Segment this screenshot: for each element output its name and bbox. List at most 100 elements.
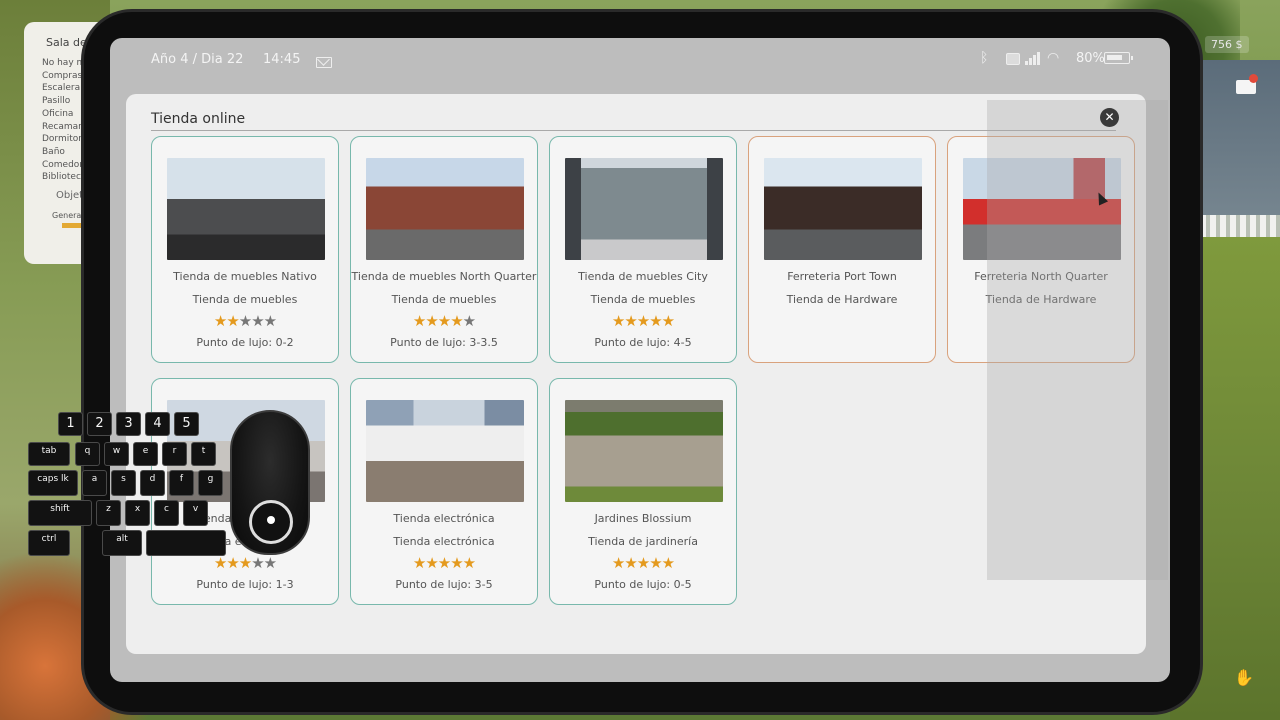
store-type: Tienda de muebles xyxy=(590,293,696,306)
hand-icon: ✋ xyxy=(1234,668,1254,687)
store-type: Tienda de muebles xyxy=(391,293,497,306)
signal-icon xyxy=(1025,52,1041,65)
star-icon: ★ xyxy=(425,554,438,572)
keyboard-key: 1 xyxy=(58,412,83,436)
rating-stars: ★★★★★ xyxy=(550,554,736,572)
keyboard-key: shift xyxy=(28,500,92,526)
keyboard-key: c xyxy=(154,500,179,526)
close-button[interactable]: ✕ xyxy=(1100,108,1119,127)
store-name: Tienda de muebles City xyxy=(578,270,708,283)
store-name: Tienda electrónica xyxy=(393,512,495,525)
star-icon: ★ xyxy=(611,312,625,330)
store-photo xyxy=(366,158,524,260)
game-time: 14:45 xyxy=(263,52,301,67)
store-type: Tienda de muebles xyxy=(192,293,298,306)
store-type: Tienda electrónica xyxy=(393,535,495,548)
rating-stars: ★★★★★ xyxy=(550,312,736,330)
keyboard-key: x xyxy=(125,500,150,526)
keyboard-key: 5 xyxy=(174,412,199,436)
keyboard-key: t xyxy=(191,442,216,466)
star-icon: ★ xyxy=(263,554,277,572)
luxury-points: Punto de lujo: 3-5 xyxy=(395,578,493,591)
luxury-points: Punto de lujo: 4-5 xyxy=(594,336,692,349)
game-date: Año 4 / Dia 22 xyxy=(151,52,244,67)
store-type: Tienda de jardinería xyxy=(588,535,698,548)
keyboard-key: caps lk xyxy=(28,470,78,496)
star-icon: ★ xyxy=(450,312,463,330)
store-card[interactable]: Tienda de muebles North Quarter Tienda de… xyxy=(350,136,538,363)
star-icon: ★ xyxy=(636,554,650,572)
store-name: Tienda de muebles North Quarter xyxy=(351,270,537,283)
keyboard-key: q xyxy=(75,442,100,466)
sim-icon xyxy=(1006,53,1020,65)
keyboard-key: 3 xyxy=(116,412,141,436)
mail-icon[interactable] xyxy=(316,57,332,68)
star-icon: ★ xyxy=(226,554,239,572)
star-icon: ★ xyxy=(649,312,662,330)
keyboard-key: e xyxy=(133,442,158,466)
rating-stars: ★★★★★ xyxy=(152,312,338,330)
star-icon: ★ xyxy=(437,312,451,330)
star-icon: ★ xyxy=(624,312,637,330)
store-name: Jardines Blossium xyxy=(594,512,692,525)
keyboard-key: s xyxy=(111,470,136,496)
store-card[interactable]: Tienda electrónicaTienda electrónica★★★★… xyxy=(350,378,538,605)
keyboard-key: d xyxy=(140,470,165,496)
keyboard-key: 2 xyxy=(87,412,112,436)
keyboard-key: g xyxy=(198,470,223,496)
store-photo xyxy=(167,158,325,260)
keyboard-key xyxy=(146,530,226,556)
star-icon: ★ xyxy=(450,554,463,572)
store-photo xyxy=(565,158,723,260)
star-icon: ★ xyxy=(251,312,264,330)
store-type: Tienda de Hardware xyxy=(786,293,898,306)
bluetooth-icon: ᛒ xyxy=(980,50,989,66)
store-card[interactable]: Jardines Blossium Tienda de jardinería ★★★… xyxy=(549,378,737,605)
keyboard-key: z xyxy=(96,500,121,526)
tablet-screen: Año 4 / Dia 22 14:45 ᛒ ◠ 80% Tienda onli… xyxy=(110,38,1170,682)
star-icon: ★ xyxy=(462,554,476,572)
store-photo xyxy=(366,400,524,502)
luxury-points: Punto de lujo: 0-5 xyxy=(594,578,692,591)
luxury-points: Punto de lujo: 1-3 xyxy=(196,578,294,591)
keyboard-key: 4 xyxy=(145,412,170,436)
star-icon: ★ xyxy=(611,554,625,572)
rating-stars: ★★★★★ xyxy=(351,554,537,572)
rating-stars: ★★★★★ xyxy=(152,554,338,572)
star-icon: ★ xyxy=(462,312,476,330)
mouse-overlay-icon xyxy=(230,410,310,555)
star-icon: ★ xyxy=(661,312,675,330)
window-header: Tienda online xyxy=(151,94,1116,131)
store-photo xyxy=(565,400,723,502)
store-name: Tienda de muebles Nativo xyxy=(173,270,317,283)
luxury-points: Punto de lujo: 0-2 xyxy=(196,336,294,349)
star-icon: ★ xyxy=(213,312,227,330)
star-icon: ★ xyxy=(251,554,264,572)
wifi-icon: ◠ xyxy=(1047,50,1060,66)
store-name: Ferreteria Port Town xyxy=(787,270,897,283)
store-card[interactable]: Ferreteria Port Town Tienda de Hardware xyxy=(748,136,936,363)
star-icon: ★ xyxy=(425,312,438,330)
star-icon: ★ xyxy=(412,312,426,330)
star-icon: ★ xyxy=(636,312,650,330)
keyboard-key: tab xyxy=(28,442,70,466)
status-bar: Año 4 / Dia 22 14:45 ᛒ ◠ 80% xyxy=(110,38,1170,78)
keyboard-key: r xyxy=(162,442,187,466)
notification-badge xyxy=(1249,74,1258,83)
mouse-wheel-icon xyxy=(249,500,293,544)
hover-highlight xyxy=(987,100,1168,580)
keyboard-overlay: 1 2 3 4 5 tab q w e r t caps lk a s d f g shift z x c v ctrl al… xyxy=(0,0,226,556)
star-icon: ★ xyxy=(624,554,637,572)
keyboard-key: f xyxy=(169,470,194,496)
store-photo xyxy=(764,158,922,260)
star-icon: ★ xyxy=(263,312,277,330)
star-icon: ★ xyxy=(213,554,227,572)
money-display: 756 $ xyxy=(1205,36,1249,53)
luxury-points: Punto de lujo: 3-3.5 xyxy=(390,336,498,349)
keyboard-key: w xyxy=(104,442,129,466)
store-card[interactable]: Tienda de muebles Nativo Tienda de mueble… xyxy=(151,136,339,363)
keyboard-key: v xyxy=(183,500,208,526)
star-icon: ★ xyxy=(238,554,252,572)
store-card[interactable]: Tienda de muebles City Tienda de muebles ★… xyxy=(549,136,737,363)
star-icon: ★ xyxy=(238,312,252,330)
